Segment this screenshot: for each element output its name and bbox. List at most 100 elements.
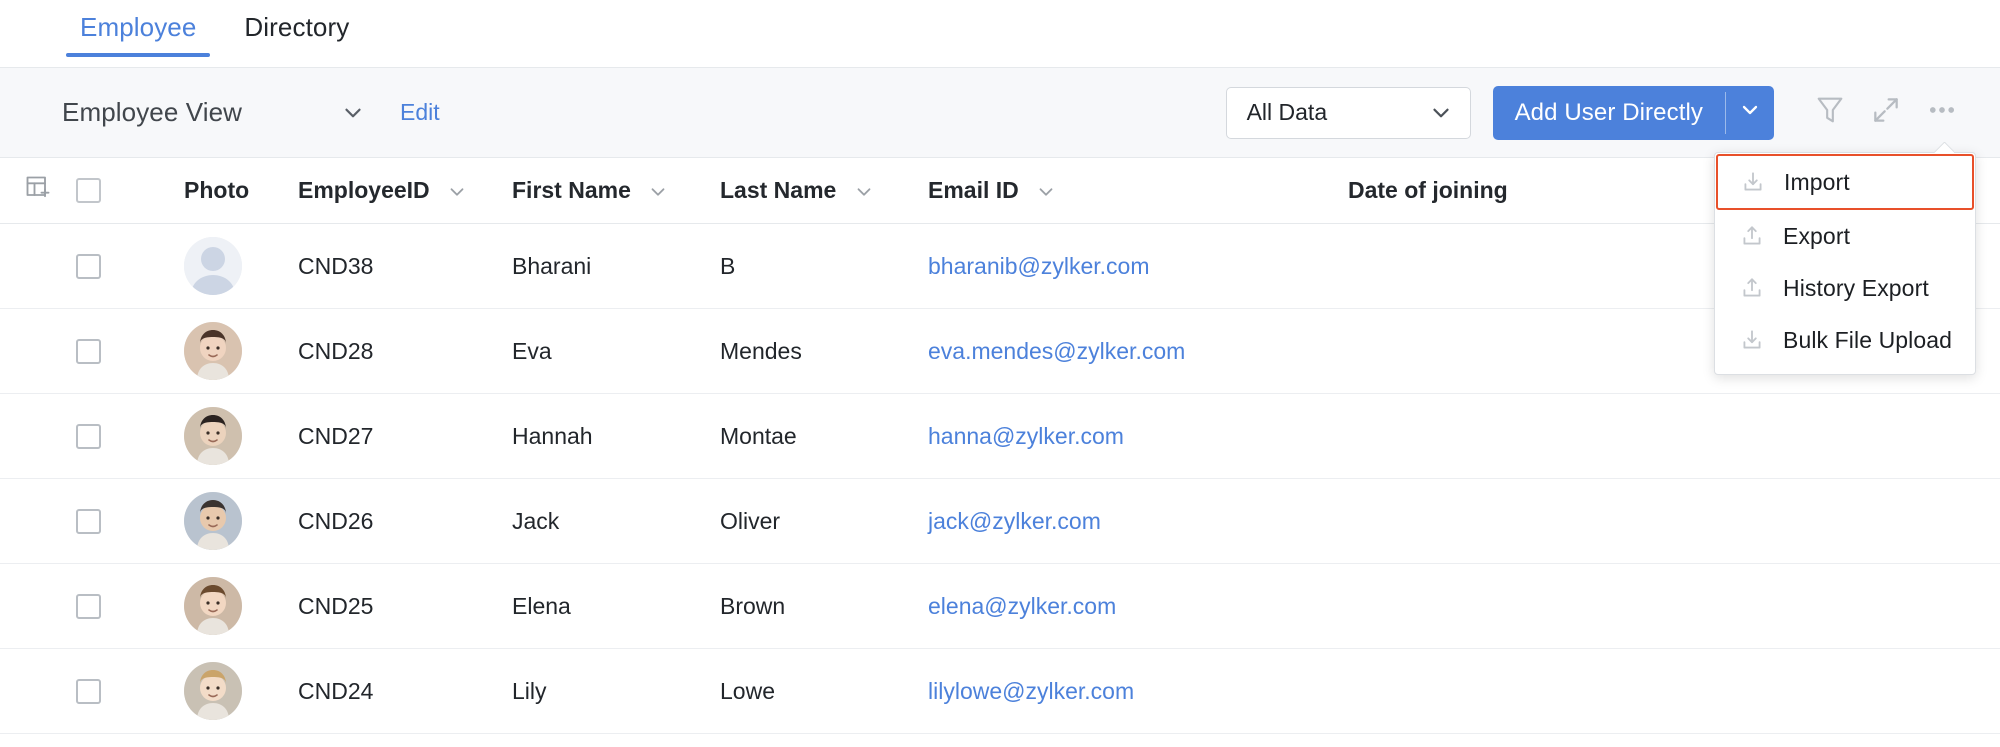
- filter-button[interactable]: [1802, 85, 1858, 141]
- toolbar-actions: All Data Add User Directly: [1225, 85, 1970, 141]
- tab-directory-label: Directory: [244, 12, 350, 42]
- avatar: [184, 577, 242, 635]
- cell-first-name: Lily: [512, 677, 547, 704]
- cell-first-name: Eva: [512, 337, 552, 364]
- email-link[interactable]: elena@zylker.com: [928, 593, 1116, 619]
- column-header-photo[interactable]: Photo: [122, 177, 292, 204]
- row-checkbox[interactable]: [76, 593, 101, 619]
- upload-icon: [1735, 223, 1769, 249]
- row-checkbox[interactable]: [76, 338, 101, 364]
- avatar: [184, 492, 242, 550]
- row-photo-cell: [122, 237, 292, 295]
- cell-employee-id: CND24: [298, 677, 374, 704]
- cell-email: lilylowe@zylker.com: [928, 678, 1348, 705]
- email-link[interactable]: lilylowe@zylker.com: [928, 678, 1134, 704]
- cell-last-name: Montae: [720, 422, 797, 449]
- chevron-down-icon: [446, 181, 468, 203]
- view-selector[interactable]: Employee View: [62, 97, 392, 128]
- row-checkbox[interactable]: [76, 678, 101, 704]
- column-header-email-label: Email ID: [928, 177, 1019, 203]
- edit-view-label: Edit: [400, 99, 440, 125]
- table-row[interactable]: CND25 Elena Brown elena@zylker.com: [0, 564, 2000, 649]
- cell-email: bharanib@zylker.com: [928, 253, 1348, 280]
- email-link[interactable]: eva.mendes@zylker.com: [928, 338, 1185, 364]
- column-header-employee-id-label: EmployeeID: [298, 177, 430, 203]
- data-scope-value: All Data: [1246, 99, 1328, 125]
- row-checkbox-cell: [62, 593, 122, 619]
- cell-employee-id: CND28: [298, 337, 374, 364]
- view-name-label: Employee View: [62, 97, 243, 127]
- menu-item-import[interactable]: Import: [1716, 154, 1974, 210]
- select-all-checkbox[interactable]: [76, 178, 101, 203]
- filter-funnel-icon: [1813, 93, 1847, 132]
- cell-last-name: Mendes: [720, 337, 802, 364]
- email-link[interactable]: hanna@zylker.com: [928, 423, 1124, 449]
- menu-item-bulk-file-upload-label: Bulk File Upload: [1783, 326, 1953, 353]
- add-user-label: Add User Directly: [1514, 98, 1703, 126]
- row-checkbox-cell: [62, 508, 122, 534]
- cell-last-name: Lowe: [720, 677, 775, 704]
- email-link[interactable]: bharanib@zylker.com: [928, 253, 1150, 279]
- row-checkbox[interactable]: [76, 423, 101, 449]
- cell-first-name: Bharani: [512, 252, 592, 279]
- cell-first-name: Hannah: [512, 422, 593, 449]
- data-scope-select[interactable]: All Data: [1225, 86, 1471, 139]
- cell-last-name: Brown: [720, 592, 786, 619]
- menu-item-bulk-file-upload[interactable]: Bulk File Upload: [1715, 314, 1975, 366]
- table-row[interactable]: CND26 Jack Oliver jack@zylker.com: [0, 479, 2000, 564]
- table-row[interactable]: CND27 Hannah Montae hanna@zylker.com: [0, 394, 2000, 479]
- column-header-last-name-label: Last Name: [720, 177, 837, 203]
- cell-last-name: Oliver: [720, 507, 781, 534]
- column-header-photo-label: Photo: [184, 177, 250, 203]
- tab-directory[interactable]: Directory: [230, 6, 363, 56]
- add-user-split-button: Add User Directly: [1492, 85, 1774, 140]
- menu-item-import-label: Import: [1784, 168, 1850, 195]
- column-header-first-name-label: First Name: [512, 177, 631, 203]
- chevron-down-icon: [853, 181, 875, 203]
- avatar: [184, 662, 242, 720]
- row-checkbox-cell: [62, 253, 122, 279]
- table-row[interactable]: CND24 Lily Lowe lilylowe@zylker.com: [0, 649, 2000, 734]
- tab-employee[interactable]: Employee: [66, 6, 211, 57]
- row-photo-cell: [122, 322, 292, 380]
- select-all-checkbox-cell: [62, 178, 122, 203]
- chevron-down-icon: [340, 100, 392, 126]
- menu-item-history-export-label: History Export: [1783, 274, 1929, 301]
- add-column-button[interactable]: [0, 174, 62, 208]
- expand-button[interactable]: [1858, 85, 1914, 141]
- avatar: [184, 322, 242, 380]
- cell-employee-id: CND38: [298, 252, 374, 279]
- row-checkbox-cell: [62, 338, 122, 364]
- more-horizontal-icon: [1925, 93, 1959, 132]
- column-header-employee-id[interactable]: EmployeeID: [292, 177, 512, 204]
- chevron-down-icon: [647, 181, 669, 203]
- row-checkbox-cell: [62, 423, 122, 449]
- menu-item-export-label: Export: [1783, 222, 1851, 249]
- table-row[interactable]: CND38 Bharani B bharanib@zylker.com: [0, 224, 2000, 309]
- more-options-button[interactable]: [1914, 85, 1970, 141]
- menu-item-export[interactable]: Export: [1715, 210, 1975, 262]
- menu-item-history-export[interactable]: History Export: [1715, 262, 1975, 314]
- column-header-email[interactable]: Email ID: [928, 177, 1348, 204]
- column-header-first-name[interactable]: First Name: [512, 177, 720, 204]
- cell-employee-id: CND26: [298, 507, 374, 534]
- cell-email: jack@zylker.com: [928, 508, 1348, 535]
- table-body: CND38 Bharani B bharanib@zylker.com CND2…: [0, 224, 2000, 734]
- email-link[interactable]: jack@zylker.com: [928, 508, 1101, 534]
- add-user-button[interactable]: Add User Directly: [1493, 86, 1725, 140]
- column-header-date-of-joining-label: Date of joining: [1348, 177, 1508, 203]
- menu-pointer-caret: [1934, 142, 1954, 153]
- table-row[interactable]: CND28 Eva Mendes eva.mendes@zylker.com: [0, 309, 2000, 394]
- row-checkbox[interactable]: [76, 508, 101, 534]
- tab-bar: Employee Directory: [0, 0, 2000, 68]
- column-header-last-name[interactable]: Last Name: [720, 177, 928, 204]
- row-checkbox[interactable]: [76, 253, 101, 279]
- cell-employee-id: CND25: [298, 592, 374, 619]
- row-photo-cell: [122, 577, 292, 635]
- add-user-dropdown-toggle[interactable]: [1726, 86, 1774, 140]
- cell-first-name: Elena: [512, 592, 571, 619]
- edit-view-link[interactable]: Edit: [400, 99, 440, 126]
- cell-employee-id: CND27: [298, 422, 374, 449]
- import-export-menu: Import Export History Export Bulk File U…: [1714, 152, 1976, 375]
- toolbar: Employee View Edit All Data Add User Dir…: [0, 68, 2000, 375]
